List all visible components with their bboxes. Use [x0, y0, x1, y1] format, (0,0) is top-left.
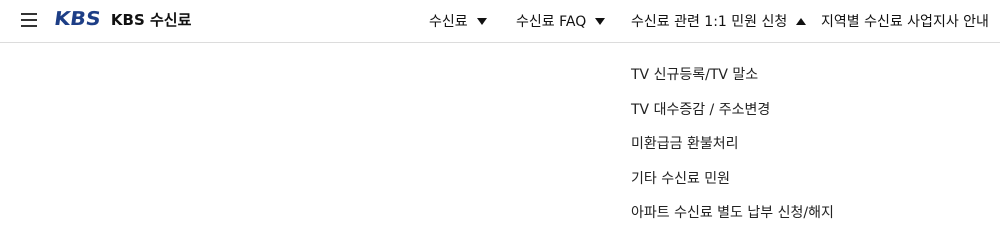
dropdown-item-tv-register[interactable]: TV 신규등록/TV 말소	[631, 58, 834, 93]
dropdown-item-refund[interactable]: 미환급금 환불처리	[631, 127, 834, 162]
menu-icon-bar	[21, 19, 37, 21]
nav-item-regional-offices[interactable]: 지역별 수신료 사업지사 안내	[821, 0, 989, 42]
kbs-logo-mark: KBS	[52, 8, 103, 30]
dropdown-item-apartment-separate-payment[interactable]: 아파트 수신료 별도 납부 신청/해지	[631, 196, 834, 231]
menu-icon-bar	[21, 25, 37, 27]
chevron-down-icon	[476, 18, 487, 25]
top-header: KBS KBS 수신료 수신료 수신료 FAQ 수신료 관련 1:1 민원 신청…	[0, 0, 1000, 43]
nav-item-label: 수신료 관련 1:1 민원 신청	[631, 14, 788, 30]
nav-item-fee[interactable]: 수신료	[429, 0, 487, 42]
chevron-up-icon	[796, 18, 807, 25]
kbs-logo-link[interactable]: KBS KBS 수신료	[52, 7, 192, 31]
nav-item-label: 수신료	[429, 14, 468, 30]
menu-icon-bar	[21, 13, 37, 15]
site-title: KBS 수신료	[110, 10, 192, 29]
nav-item-complaint[interactable]: 수신료 관련 1:1 민원 신청	[631, 0, 807, 42]
menu-icon[interactable]	[21, 12, 37, 27]
dropdown-item-tv-count-address[interactable]: TV 대수증감 / 주소변경	[631, 93, 834, 128]
nav-item-label: 수신료 FAQ	[516, 14, 587, 30]
complaint-dropdown-menu: TV 신규등록/TV 말소 TV 대수증감 / 주소변경 미환급금 환불처리 기…	[631, 58, 834, 231]
nav-item-label: 지역별 수신료 사업지사 안내	[821, 14, 989, 30]
nav-item-faq[interactable]: 수신료 FAQ	[516, 0, 606, 42]
chevron-down-icon	[595, 18, 606, 25]
dropdown-item-other-complaint[interactable]: 기타 수신료 민원	[631, 162, 834, 197]
